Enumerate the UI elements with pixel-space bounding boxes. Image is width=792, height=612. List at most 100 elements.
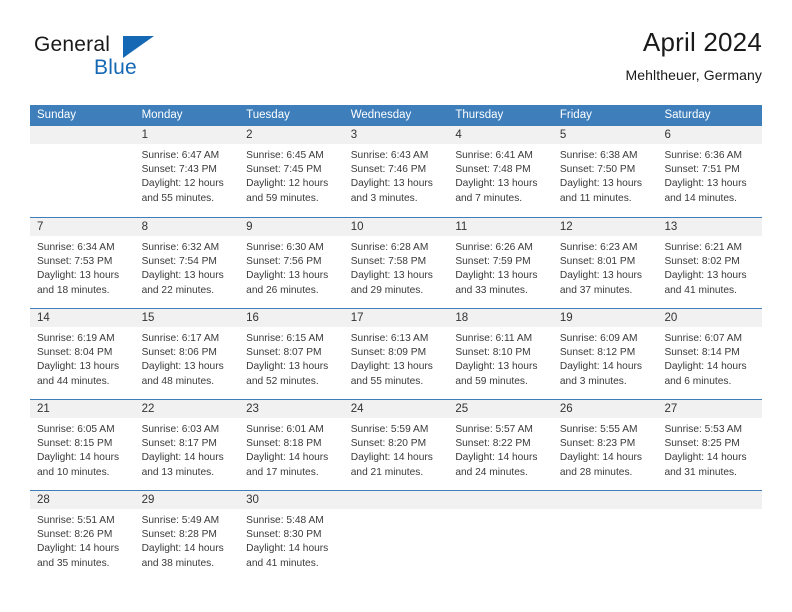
daylight-duration-line1: Daylight: 14 hours [559, 452, 643, 464]
sunrise-time: Sunrise: 6:28 AM [350, 242, 429, 253]
sunset-time: Sunset: 8:06 PM [141, 347, 217, 359]
daylight-duration-line1: Daylight: 13 hours [455, 361, 538, 373]
daylight-duration-line1: Daylight: 13 hours [246, 361, 329, 373]
calendar-day-cell[interactable]: 30 Sunrise: 5:48 AM Sunset: 8:30 PM Dayligh… [239, 491, 344, 581]
daylight-duration-line2: and 41 minutes. [246, 557, 319, 569]
calendar-day-cell[interactable]: 21 Sunrise: 6:05 AM Sunset: 8:15 PM Dayligh… [30, 400, 135, 490]
day-number: 27 [657, 400, 763, 418]
calendar-day-cell[interactable]: 18 Sunrise: 6:11 AM Sunset: 8:10 PM Dayligh… [448, 309, 553, 399]
weekday-header-monday: Monday [141, 109, 183, 121]
weekday-header-wednesday: Wednesday [350, 109, 412, 121]
day-number: 24 [343, 400, 449, 418]
day-number: 6 [657, 126, 763, 144]
calendar-day-cell[interactable]: 29 Sunrise: 5:49 AM Sunset: 8:28 PM Dayligh… [134, 491, 240, 581]
weekday-header-saturday: Saturday [664, 109, 711, 121]
daylight-duration-line1: Daylight: 14 hours [141, 543, 224, 555]
calendar-day-cell[interactable]: 14 Sunrise: 6:19 AM Sunset: 8:04 PM Dayligh… [30, 309, 135, 399]
day-details: Sunrise: 6:15 AM Sunset: 8:07 PM Daylight:… [239, 327, 344, 389]
calendar-day-cell[interactable]: 28 Sunrise: 5:51 AM Sunset: 8:26 PM Dayligh… [30, 491, 135, 581]
daylight-duration-line2: and 37 minutes. [559, 284, 633, 296]
sunrise-time: Sunrise: 5:53 AM [664, 424, 743, 435]
logo-text-general: General [34, 33, 111, 56]
calendar-day-cell[interactable]: 24 Sunrise: 5:59 AM Sunset: 8:20 PM Dayligh… [343, 400, 449, 490]
daylight-duration-line2: and 18 minutes. [37, 284, 110, 296]
calendar-day-cell[interactable]: 2 Sunrise: 6:45 AM Sunset: 7:45 PM Daylight… [239, 126, 344, 217]
calendar-day-cell[interactable]: 6 Sunrise: 6:36 AM Sunset: 7:51 PM Daylight… [657, 126, 763, 217]
calendar-day-cell[interactable]: 25 Sunrise: 5:57 AM Sunset: 8:22 PM Dayligh… [448, 400, 553, 490]
sunrise-time: Sunrise: 6:38 AM [559, 150, 638, 161]
daylight-duration-line2: and 55 minutes. [350, 375, 424, 387]
daylight-duration-line2: and 31 minutes. [664, 466, 737, 478]
daylight-duration-line2: and 14 minutes. [664, 192, 737, 204]
sunset-time: Sunset: 8:09 PM [350, 347, 427, 359]
day-details: Sunrise: 6:34 AM Sunset: 7:53 PM Daylight:… [30, 236, 135, 298]
day-details: Sunrise: 6:07 AM Sunset: 8:14 PM Daylight:… [657, 327, 762, 389]
calendar-day-cell[interactable]: 9 Sunrise: 6:30 AM Sunset: 7:56 PM Daylight… [239, 218, 344, 308]
day-details: Sunrise: 5:51 AM Sunset: 8:26 PM Daylight:… [30, 509, 135, 571]
calendar-day-cell[interactable]: 20 Sunrise: 6:07 AM Sunset: 8:14 PM Dayligh… [657, 309, 763, 399]
daylight-duration-line1: Daylight: 13 hours [559, 178, 643, 190]
daylight-duration-line1: Daylight: 13 hours [37, 270, 120, 282]
daylight-duration-line1: Daylight: 13 hours [141, 361, 224, 373]
calendar-day-cell-empty [343, 491, 449, 581]
daylight-duration-line1: Daylight: 12 hours [141, 178, 224, 190]
calendar-week-row: 21 Sunrise: 6:05 AM Sunset: 8:15 PM Dayligh… [30, 399, 763, 490]
calendar-day-cell[interactable]: 12 Sunrise: 6:23 AM Sunset: 8:01 PM Dayligh… [552, 218, 658, 308]
day-details: Sunrise: 5:48 AM Sunset: 8:30 PM Daylight:… [239, 509, 344, 571]
general-blue-logo[interactable]: General Blue [34, 34, 214, 92]
sunset-time: Sunset: 8:28 PM [141, 529, 217, 541]
daylight-duration-line1: Daylight: 14 hours [455, 452, 538, 464]
calendar-day-cell[interactable]: 1 Sunrise: 6:47 AM Sunset: 7:43 PM Daylight… [134, 126, 240, 217]
day-number: 8 [134, 218, 240, 236]
weekday-header-thursday: Thursday [455, 109, 504, 121]
calendar-day-cell[interactable]: 3 Sunrise: 6:43 AM Sunset: 7:46 PM Daylight… [343, 126, 449, 217]
daylight-duration-line2: and 35 minutes. [37, 557, 110, 569]
calendar-day-cell[interactable]: 22 Sunrise: 6:03 AM Sunset: 8:17 PM Dayligh… [134, 400, 240, 490]
sunrise-time: Sunrise: 6:21 AM [664, 242, 743, 253]
sunset-time: Sunset: 8:26 PM [37, 529, 113, 541]
daylight-duration-line2: and 28 minutes. [559, 466, 633, 478]
sunset-time: Sunset: 8:01 PM [559, 256, 636, 268]
sunset-time: Sunset: 8:18 PM [246, 438, 322, 450]
calendar-day-cell[interactable]: 26 Sunrise: 5:55 AM Sunset: 8:23 PM Dayligh… [552, 400, 658, 490]
daylight-duration-line1: Daylight: 14 hours [559, 361, 643, 373]
calendar-week-row: 7 Sunrise: 6:34 AM Sunset: 7:53 PM Daylight… [30, 217, 763, 308]
calendar-day-cell[interactable]: 23 Sunrise: 6:01 AM Sunset: 8:18 PM Dayligh… [239, 400, 344, 490]
calendar-day-cell[interactable]: 17 Sunrise: 6:13 AM Sunset: 8:09 PM Dayligh… [343, 309, 449, 399]
calendar-day-cell-empty [30, 126, 135, 217]
calendar-day-cell[interactable]: 15 Sunrise: 6:17 AM Sunset: 8:06 PM Dayligh… [134, 309, 240, 399]
calendar-day-cell[interactable]: 19 Sunrise: 6:09 AM Sunset: 8:12 PM Dayligh… [552, 309, 658, 399]
calendar-day-cell[interactable]: 5 Sunrise: 6:38 AM Sunset: 7:50 PM Daylight… [552, 126, 658, 217]
daylight-duration-line1: Daylight: 13 hours [350, 178, 433, 190]
calendar-day-cell[interactable]: 16 Sunrise: 6:15 AM Sunset: 8:07 PM Dayligh… [239, 309, 344, 399]
sunrise-time: Sunrise: 5:49 AM [141, 515, 220, 526]
sunrise-time: Sunrise: 6:01 AM [246, 424, 324, 435]
sunset-time: Sunset: 7:58 PM [350, 256, 427, 268]
daylight-duration-line2: and 26 minutes. [246, 284, 319, 296]
sunset-time: Sunset: 8:25 PM [664, 438, 740, 450]
day-number: 1 [134, 126, 240, 144]
sunrise-time: Sunrise: 6:47 AM [141, 150, 220, 161]
daylight-duration-line1: Daylight: 13 hours [664, 270, 747, 282]
day-details [30, 144, 135, 149]
calendar-week-row: 1 Sunrise: 6:47 AM Sunset: 7:43 PM Daylight… [30, 126, 763, 217]
day-details: Sunrise: 6:17 AM Sunset: 8:06 PM Daylight:… [135, 327, 240, 389]
sunset-time: Sunset: 8:14 PM [664, 347, 740, 359]
daylight-duration-line2: and 7 minutes. [455, 192, 523, 204]
calendar-day-cell[interactable]: 13 Sunrise: 6:21 AM Sunset: 8:02 PM Dayligh… [657, 218, 763, 308]
daylight-duration-line2: and 24 minutes. [455, 466, 528, 478]
daylight-duration-line1: Daylight: 13 hours [455, 270, 538, 282]
daylight-duration-line2: and 3 minutes. [350, 192, 418, 204]
day-number: 21 [30, 400, 135, 418]
day-details: Sunrise: 6:45 AM Sunset: 7:45 PM Daylight:… [239, 144, 344, 206]
calendar-day-cell[interactable]: 11 Sunrise: 6:26 AM Sunset: 7:59 PM Dayligh… [448, 218, 553, 308]
calendar-day-cell[interactable]: 10 Sunrise: 6:28 AM Sunset: 7:58 PM Dayligh… [343, 218, 449, 308]
sunrise-time: Sunrise: 6:11 AM [455, 333, 533, 344]
calendar-day-cell[interactable]: 8 Sunrise: 6:32 AM Sunset: 7:54 PM Daylight… [134, 218, 240, 308]
calendar-day-cell[interactable]: 4 Sunrise: 6:41 AM Sunset: 7:48 PM Daylight… [448, 126, 553, 217]
calendar-day-cell[interactable]: 27 Sunrise: 5:53 AM Sunset: 8:25 PM Dayligh… [657, 400, 763, 490]
day-details [657, 509, 762, 514]
calendar-day-cell-empty [552, 491, 658, 581]
calendar-day-cell[interactable]: 7 Sunrise: 6:34 AM Sunset: 7:53 PM Daylight… [30, 218, 135, 308]
weekday-header-friday: Friday [559, 109, 592, 121]
